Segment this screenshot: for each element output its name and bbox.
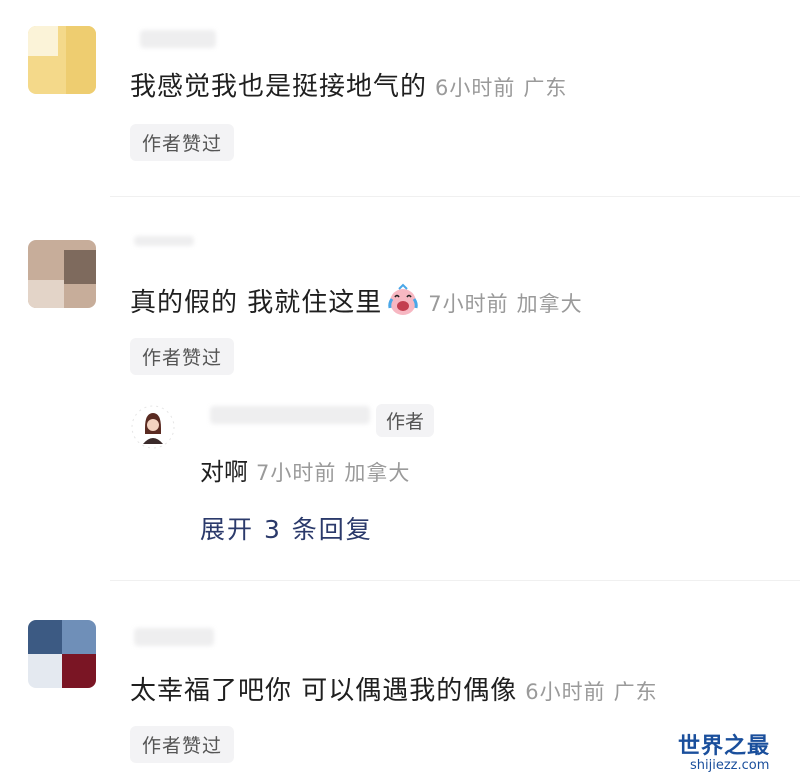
comment-location: 加拿大 [516,292,583,316]
comment-body: 太幸福了吧你 可以偶遇我的偶像 6小时前 广东 [130,670,658,707]
comment-location: 广东 [523,76,568,100]
avatar[interactable] [28,620,96,688]
comment-text: 真的假的 我就住这里 [130,288,383,318]
comment-time: 6小时前 [435,76,516,100]
comment-location: 广东 [613,680,658,704]
comment-time: 6小时前 [525,680,606,704]
username-blurred[interactable] [134,236,194,246]
expand-replies-link[interactable]: 展开 3 条回复 [200,510,373,546]
comment-text: 太幸福了吧你 可以偶遇我的偶像 [130,676,518,706]
reply-time: 7小时前 [256,461,337,485]
watermark-title: 世界之最 [678,734,771,759]
comment-text: 我感觉我也是挺接地气的 [130,72,428,102]
reply-location: 加拿大 [344,461,411,485]
watermark-url: shijiezz.com [690,758,770,773]
author-liked-badge: 作者赞过 [130,726,235,763]
author-liked-badge: 作者赞过 [130,124,235,161]
comment-body: 真的假的 我就住这里 7小时前 加拿大 [130,282,583,319]
reply-body: 对啊 7小时前 加拿大 [200,452,410,487]
reply-text: 对啊 [200,458,248,486]
reply-avatar[interactable] [130,404,176,450]
divider [110,196,800,197]
divider [110,580,800,581]
author-tag: 作者 [376,404,435,437]
comment-time: 7小时前 [428,292,509,316]
username-blurred[interactable] [134,628,214,646]
comment-body: 我感觉我也是挺接地气的 6小时前 广东 [130,66,567,103]
avatar[interactable] [28,26,96,94]
crying-laughing-emoji-icon [388,283,419,315]
reply-username-blurred[interactable] [210,406,370,424]
author-liked-badge: 作者赞过 [130,338,235,375]
avatar[interactable] [28,240,96,308]
username-blurred[interactable] [140,30,216,48]
